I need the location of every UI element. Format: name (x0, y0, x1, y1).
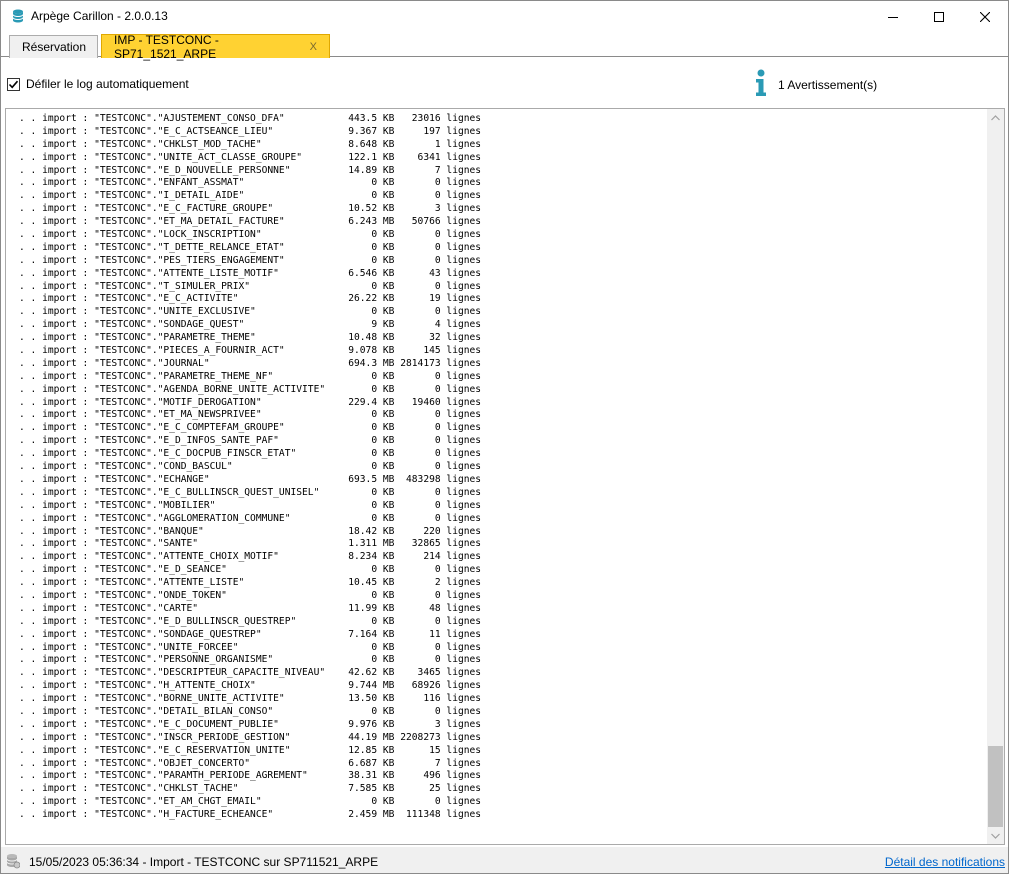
log-line: . . import : "TESTCONC"."E_C_COMPTEFAM_G… (19, 422, 482, 434)
tab-import-log[interactable]: IMP - TESTCONC - SP71_1521_ARPE X (101, 32, 330, 61)
log-line: . . import : "TESTCONC"."E_C_FACTURE_GRO… (19, 203, 482, 215)
status-text: 15/05/2023 05:36:34 - Import - TESTCONC … (29, 855, 379, 869)
log-line: . . import : "TESTCONC"."E_C_RESERVATION… (19, 744, 482, 756)
log-panel[interactable]: . . import : "TESTCONC"."AJUSTEMENT_CONS… (5, 108, 1005, 845)
title-bar[interactable]: Arpège Carillon - 2.0.0.13 (1, 1, 1008, 32)
tab-label: Réservation (22, 40, 87, 54)
log-line: . . import : "TESTCONC"."CHKLST_MOD_TACH… (19, 138, 482, 150)
minimize-button[interactable] (870, 1, 916, 32)
log-line: . . import : "TESTCONC"."SONDAGE_QUEST" … (19, 319, 482, 331)
log-line: . . import : "TESTCONC"."ATTENTE_LISTE_M… (19, 267, 482, 279)
autoscroll-checkbox[interactable] (7, 78, 20, 91)
window-title: Arpège Carillon - 2.0.0.13 (31, 9, 168, 23)
log-line: . . import : "TESTCONC"."E_C_ACTIVITE" 2… (19, 293, 482, 305)
log-line: . . import : "TESTCONC"."CARTE" 11.99 KB… (19, 602, 482, 614)
log-line: . . import : "TESTCONC"."E_D_SEANCE" 0 K… (19, 564, 482, 576)
log-line: . . import : "TESTCONC"."COND_BASCUL" 0 … (19, 461, 482, 473)
log-line: . . import : "TESTCONC"."T_SIMULER_PRIX"… (19, 280, 482, 292)
log-line: . . import : "TESTCONC"."H_FACTURE_ECHEA… (19, 809, 482, 821)
close-icon (980, 11, 990, 22)
log-line: . . import : "TESTCONC"."ENFANT_ASSMAT" … (19, 177, 482, 189)
chevron-down-icon (991, 833, 1000, 839)
log-line: . . import : "TESTCONC"."PES_TIERS_ENGAG… (19, 254, 482, 266)
log-line: . . import : "TESTCONC"."E_C_DOCUMENT_PU… (19, 718, 482, 730)
log-line: . . import : "TESTCONC"."E_D_NOUVELLE_PE… (19, 164, 482, 176)
log-line: . . import : "TESTCONC"."UNITE_EXCLUSIVE… (19, 306, 482, 318)
scroll-up-button[interactable] (987, 109, 1004, 126)
vertical-scrollbar[interactable] (987, 109, 1004, 844)
log-line: . . import : "TESTCONC"."PARAMETRE_THEME… (19, 370, 482, 382)
minimize-icon (888, 16, 898, 18)
maximize-button[interactable] (916, 1, 962, 32)
database-status-icon (6, 854, 20, 869)
log-line: . . import : "TESTCONC"."ONDE_TOKEN" 0 K… (19, 589, 482, 601)
autoscroll-label[interactable]: Défiler le log automatiquement (26, 77, 189, 91)
log-line: . . import : "TESTCONC"."MOTIF_DEROGATIO… (19, 396, 482, 408)
tab-reservation[interactable]: Réservation (9, 35, 98, 58)
log-line: . . import : "TESTCONC"."E_C_BULLINSCR_Q… (19, 486, 482, 498)
log-line: . . import : "TESTCONC"."E_D_INFOS_SANTE… (19, 435, 482, 447)
log-line: . . import : "TESTCONC"."ET_AM_CHGT_EMAI… (19, 796, 482, 808)
scrollbar-thumb[interactable] (988, 746, 1003, 827)
log-line: . . import : "TESTCONC"."INSCR_PERIODE_G… (19, 731, 482, 743)
checkmark-icon (8, 80, 19, 89)
log-line: . . import : "TESTCONC"."AJUSTEMENT_CONS… (19, 113, 482, 124)
log-output: . . import : "TESTCONC"."AJUSTEMENT_CONS… (19, 113, 481, 822)
log-line: . . import : "TESTCONC"."DESCRIPTEUR_CAP… (19, 667, 482, 679)
log-line: . . import : "TESTCONC"."E_D_BULLINSCR_Q… (19, 615, 482, 627)
scroll-down-button[interactable] (987, 827, 1004, 844)
database-icon (12, 9, 24, 23)
close-window-button[interactable] (962, 1, 1008, 32)
log-line: . . import : "TESTCONC"."OBJET_CONCERTO"… (19, 757, 482, 769)
maximize-icon (934, 11, 944, 22)
log-line: . . import : "TESTCONC"."DETAIL_BILAN_CO… (19, 705, 482, 717)
log-line: . . import : "TESTCONC"."LOCK_INSCRIPTIO… (19, 229, 482, 241)
log-line: . . import : "TESTCONC"."SONDAGE_QUESTRE… (19, 628, 482, 640)
log-line: . . import : "TESTCONC"."SANTE" 1.311 MB… (19, 538, 482, 550)
log-line: . . import : "TESTCONC"."PIECES_A_FOURNI… (19, 345, 482, 357)
notification-details-link[interactable]: Détail des notifications (885, 855, 1005, 869)
log-line: . . import : "TESTCONC"."ECHANGE" 693.5 … (19, 473, 482, 485)
info-icon[interactable] (754, 69, 768, 97)
log-line: . . import : "TESTCONC"."AGENDA_BORNE_UN… (19, 383, 482, 395)
main-window: Arpège Carillon - 2.0.0.13 Réservation I… (0, 0, 1009, 874)
status-bar: 15/05/2023 05:36:34 - Import - TESTCONC … (1, 847, 1008, 873)
log-line: . . import : "TESTCONC"."ET_MA_DETAIL_FA… (19, 216, 482, 228)
tab-strip: Réservation IMP - TESTCONC - SP71_1521_A… (1, 32, 1008, 61)
log-line: . . import : "TESTCONC"."PERSONNE_ORGANI… (19, 654, 482, 666)
tab-close-button[interactable]: X (310, 41, 317, 53)
log-line: . . import : "TESTCONC"."ET_MA_NEWSPRIVE… (19, 409, 482, 421)
log-line: . . import : "TESTCONC"."E_C_ACTSEANCE_L… (19, 125, 482, 137)
log-line: . . import : "TESTCONC"."UNITE_FORCEE" 0… (19, 641, 482, 653)
warnings-count-label[interactable]: 1 Avertissement(s) (778, 78, 877, 92)
log-line: . . import : "TESTCONC"."E_C_DOCPUB_FINS… (19, 448, 482, 460)
tab-label: IMP - TESTCONC - SP71_1521_ARPE (114, 32, 219, 61)
log-line: . . import : "TESTCONC"."ATTENTE_LISTE" … (19, 577, 482, 589)
log-line: . . import : "TESTCONC"."ATTENTE_CHOIX_M… (19, 551, 482, 563)
log-line: . . import : "TESTCONC"."I_DETAIL_AIDE" … (19, 190, 482, 202)
options-bar: Défiler le log automatiquement 1 Avertis… (1, 58, 1008, 108)
log-line: . . import : "TESTCONC"."BANQUE" 18.42 K… (19, 525, 482, 537)
log-line: . . import : "TESTCONC"."UNITE_ACT_CLASS… (19, 151, 482, 163)
chevron-up-icon (991, 114, 1000, 120)
log-line: . . import : "TESTCONC"."H_ATTENTE_CHOIX… (19, 680, 482, 692)
log-line: . . import : "TESTCONC"."T_DETTE_RELANCE… (19, 241, 482, 253)
log-line: . . import : "TESTCONC"."CHKLST_TACHE" 7… (19, 783, 482, 795)
log-line: . . import : "TESTCONC"."MOBILIER" 0 KB … (19, 499, 482, 511)
log-line: . . import : "TESTCONC"."JOURNAL" 694.3 … (19, 357, 482, 369)
log-line: . . import : "TESTCONC"."PARAMTH_PERIODE… (19, 770, 482, 782)
log-line: . . import : "TESTCONC"."AGGLOMERATION_C… (19, 512, 482, 524)
log-line: . . import : "TESTCONC"."PARAMETRE_THEME… (19, 332, 482, 344)
log-line: . . import : "TESTCONC"."BORNE_UNITE_ACT… (19, 693, 482, 705)
